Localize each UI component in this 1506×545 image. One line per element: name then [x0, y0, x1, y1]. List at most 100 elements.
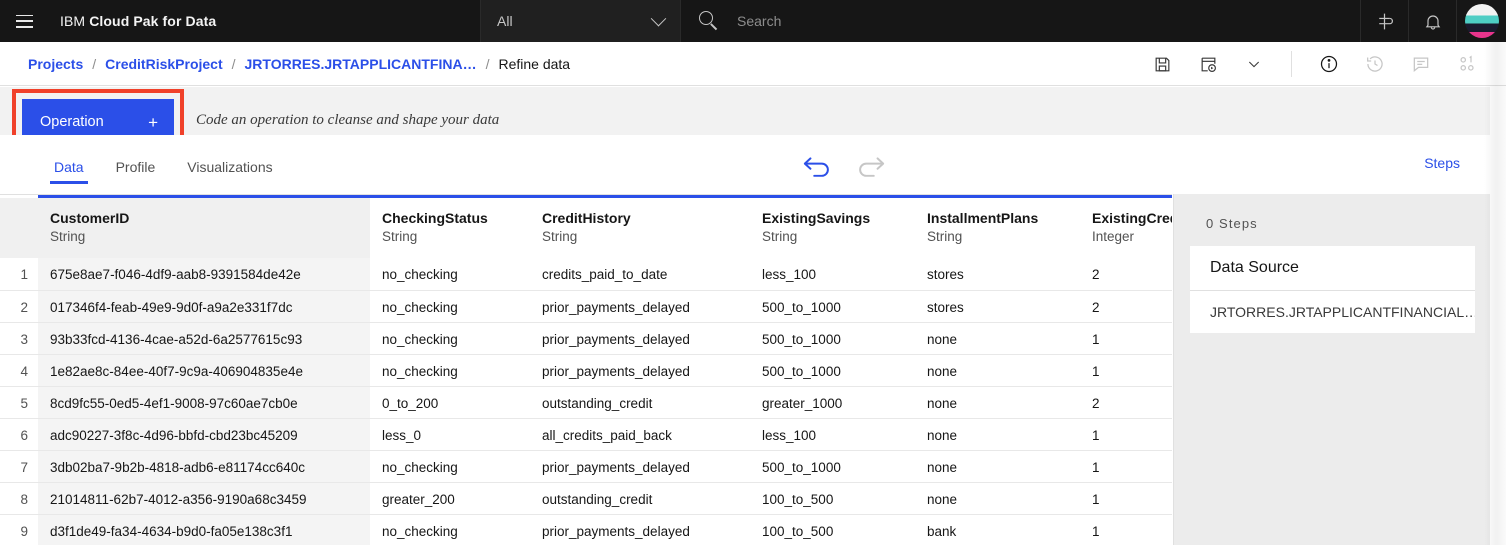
table-cell[interactable]: greater_1000 [750, 387, 915, 419]
column-header-credithistory[interactable]: CreditHistory String [530, 198, 750, 258]
table-cell[interactable]: 1 [1080, 515, 1172, 545]
redo-arrow-icon[interactable] [852, 149, 888, 181]
table-cell[interactable]: 100_to_500 [750, 483, 915, 515]
table-cell[interactable]: d3f1de49-fa34-4634-b9d0-fa05e138c3f1 [38, 515, 370, 545]
table-cell[interactable]: none [915, 451, 1080, 483]
column-header-installmentplans[interactable]: InstallmentPlans String [915, 198, 1080, 258]
table-cell[interactable]: less_100 [750, 419, 915, 451]
table-cell[interactable]: greater_200 [370, 483, 530, 515]
table-cell[interactable]: 1 [1080, 451, 1172, 483]
table-cell[interactable]: no_checking [370, 451, 530, 483]
table-cell[interactable]: none [915, 387, 1080, 419]
avatar[interactable] [1456, 0, 1506, 42]
table-cell[interactable]: 93b33fcd-4136-4cae-a52d-6a2577615c93 [38, 323, 370, 355]
table-cell[interactable]: 2 [1080, 291, 1172, 323]
row-number: 4 [20, 363, 28, 379]
table-row[interactable]: 3 93b33fcd-4136-4cae-a52d-6a2577615c93 no_… [0, 322, 1172, 355]
breadcrumb-item-asset[interactable]: JRTORRES.JRTAPPLICANTFINA… [245, 56, 477, 72]
table-cell[interactable]: 1e82ae8c-84ee-40f7-9c9a-406904835e4e [38, 355, 370, 387]
search-scope-dropdown[interactable]: All [480, 0, 680, 42]
table-cell[interactable]: adc90227-3f8c-4d96-bbfd-cbd23bc45209 [38, 419, 370, 451]
table-row[interactable]: 8 21014811-62b7-4012-a356-9190a68c3459 gre… [0, 482, 1172, 515]
chevron-down-icon[interactable] [1231, 42, 1277, 86]
table-cell[interactable]: less_100 [750, 258, 915, 290]
table-cell[interactable]: credits_paid_to_date [530, 258, 750, 290]
data-preview-icon[interactable] [1444, 42, 1490, 86]
table-cell[interactable]: 2 [1080, 258, 1172, 290]
table-row[interactable]: 1 675e8ae7-f046-4df9-aab8-9391584de42e no_… [0, 258, 1172, 290]
table-cell[interactable]: stores [915, 258, 1080, 290]
table-cell[interactable]: stores [915, 291, 1080, 323]
brand-title[interactable]: IBM Cloud Pak for Data [48, 13, 216, 29]
table-cell[interactable]: 1 [1080, 419, 1172, 451]
search-input[interactable] [737, 13, 1297, 29]
table-cell[interactable]: outstanding_credit [530, 387, 750, 419]
switcher-icon[interactable] [1360, 0, 1408, 42]
table-cell[interactable]: no_checking [370, 323, 530, 355]
table-cell[interactable]: prior_payments_delayed [530, 355, 750, 387]
table-cell[interactable]: no_checking [370, 515, 530, 545]
table-cell[interactable]: 0_to_200 [370, 387, 530, 419]
table-row[interactable]: 4 1e82ae8c-84ee-40f7-9c9a-406904835e4e no_… [0, 354, 1172, 387]
table-cell[interactable]: 500_to_1000 [750, 323, 915, 355]
tabs-row: Data Profile Visualizations Steps [0, 135, 1506, 194]
column-header-customerid[interactable]: CustomerID String [38, 198, 370, 258]
table-cell[interactable]: no_checking [370, 258, 530, 290]
run-job-icon[interactable] [1185, 42, 1231, 86]
table-row[interactable]: 7 3db02ba7-9b2b-4818-adb6-e81174cc640c no_… [0, 450, 1172, 483]
table-cell[interactable]: outstanding_credit [530, 483, 750, 515]
table-cell[interactable]: none [915, 419, 1080, 451]
global-search[interactable] [680, 0, 1365, 42]
table-row[interactable]: 9 d3f1de49-fa34-4634-b9d0-fa05e138c3f1 no_… [0, 514, 1172, 545]
info-icon[interactable] [1306, 42, 1352, 86]
table-cell[interactable]: bank [915, 515, 1080, 545]
data-source-card[interactable]: Data Source JRTORRES.JRTAPPLICANTFINANCI… [1190, 246, 1475, 333]
table-cell[interactable]: 3db02ba7-9b2b-4818-adb6-e81174cc640c [38, 451, 370, 483]
table-cell[interactable]: none [915, 323, 1080, 355]
comment-icon[interactable] [1398, 42, 1444, 86]
tab-data[interactable]: Data [38, 135, 100, 194]
tab-profile[interactable]: Profile [100, 135, 172, 194]
breadcrumb-item-project[interactable]: CreditRiskProject [105, 56, 222, 72]
table-cell[interactable]: 8cd9fc55-0ed5-4ef1-9008-97c60ae7cb0e [38, 387, 370, 419]
table-cell[interactable]: prior_payments_delayed [530, 515, 750, 545]
table-cell[interactable]: prior_payments_delayed [530, 291, 750, 323]
history-icon[interactable] [1352, 42, 1398, 86]
table-cell[interactable]: 1 [1080, 355, 1172, 387]
table-cell[interactable]: 675e8ae7-f046-4df9-aab8-9391584de42e [38, 258, 370, 290]
refine-data-page: IBM Cloud Pak for Data All Search Projec… [0, 0, 1506, 545]
table-cell[interactable]: 2 [1080, 387, 1172, 419]
hamburger-menu-button[interactable] [0, 0, 48, 42]
table-row[interactable]: 6 adc90227-3f8c-4d96-bbfd-cbd23bc45209 les… [0, 418, 1172, 451]
column-header-existingsavings[interactable]: ExistingSavings String [750, 198, 915, 258]
column-header-checkingstatus[interactable]: CheckingStatus String [370, 198, 530, 258]
column-header-existingcreditscount[interactable]: ExistingCreditsCount Integer [1080, 198, 1172, 258]
table-cell[interactable]: none [915, 483, 1080, 515]
table-cell[interactable]: 21014811-62b7-4012-a356-9190a68c3459 [38, 483, 370, 515]
tab-list: Data Profile Visualizations [38, 135, 289, 194]
table-cell[interactable]: 500_to_1000 [750, 451, 915, 483]
plus-icon: + [148, 112, 158, 132]
table-cell[interactable]: none [915, 355, 1080, 387]
steps-toggle-link[interactable]: Steps [1424, 155, 1460, 171]
table-row[interactable]: 2 017346f4-feab-49e9-9d0f-a9a2e331f7dc no_… [0, 290, 1172, 323]
tab-visualizations[interactable]: Visualizations [171, 135, 288, 194]
table-cell[interactable]: 500_to_1000 [750, 355, 915, 387]
table-cell[interactable]: no_checking [370, 355, 530, 387]
undo-arrow-icon[interactable] [800, 149, 836, 181]
save-icon[interactable] [1139, 42, 1185, 86]
breadcrumb-separator: / [485, 55, 490, 72]
notification-bell-icon[interactable] [1408, 0, 1456, 42]
breadcrumb-item-projects[interactable]: Projects [28, 56, 83, 72]
table-cell[interactable]: prior_payments_delayed [530, 323, 750, 355]
table-cell[interactable]: all_credits_paid_back [530, 419, 750, 451]
table-cell[interactable]: less_0 [370, 419, 530, 451]
table-cell[interactable]: 500_to_1000 [750, 291, 915, 323]
table-cell[interactable]: 100_to_500 [750, 515, 915, 545]
table-row[interactable]: 5 8cd9fc55-0ed5-4ef1-9008-97c60ae7cb0e 0_t… [0, 386, 1172, 419]
table-cell[interactable]: 017346f4-feab-49e9-9d0f-a9a2e331f7dc [38, 291, 370, 323]
table-cell[interactable]: 1 [1080, 483, 1172, 515]
table-cell[interactable]: 1 [1080, 323, 1172, 355]
table-cell[interactable]: no_checking [370, 291, 530, 323]
table-cell[interactable]: prior_payments_delayed [530, 451, 750, 483]
